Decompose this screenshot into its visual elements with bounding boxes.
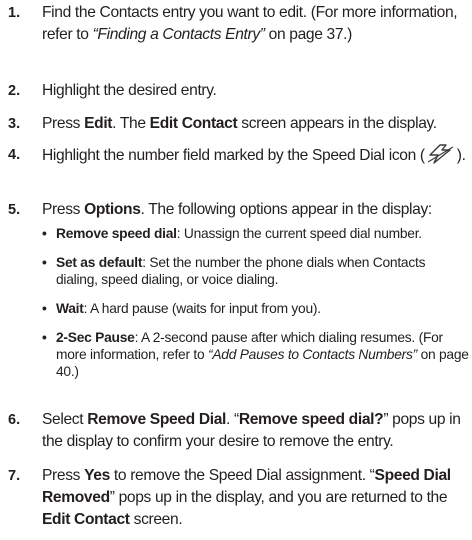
option-item: • Wait: A hard pause (waits for input fro…: [42, 301, 321, 316]
step-number: 2.: [8, 83, 21, 99]
option-item: • Remove speed dial: Unassign the current…: [42, 226, 422, 241]
step-1: 1. Find the Contacts entry you want to e…: [0, 2, 467, 46]
cross-reference-link[interactable]: “Add Pauses to Contacts Numbers”: [208, 347, 417, 362]
step-2: 2. Highlight the desired entry.: [0, 80, 467, 102]
step-text: Highlight the number field marked by the…: [42, 144, 467, 171]
step-text: Press Options. The following options app…: [42, 201, 432, 218]
step-6: 6. Select Remove Speed Dial. “Remove spe…: [0, 409, 467, 453]
step-text: Press Yes to remove the Speed Dial assig…: [42, 467, 451, 528]
manual-page: 1. Find the Contacts entry you want to e…: [0, 0, 472, 540]
step-text: Press Edit. The Edit Contact screen appe…: [42, 115, 437, 132]
step-text: Find the Contacts entry you want to edit…: [42, 4, 458, 43]
step-text: Select Remove Speed Dial. “Remove speed …: [42, 411, 461, 450]
step-text: Highlight the desired entry.: [42, 82, 217, 99]
step-5: 5. Press Options. The following options …: [0, 199, 470, 380]
step-number: 3.: [8, 116, 21, 132]
cross-reference-link[interactable]: “Finding a Contacts Entry”: [93, 26, 265, 43]
step-number: 5.: [8, 202, 21, 218]
step-4: 4. Highlight the number field marked by …: [0, 144, 467, 171]
step-number: 6.: [8, 412, 21, 428]
step-7: 7. Press Yes to remove the Speed Dial as…: [0, 465, 467, 531]
option-item: • Set as default: Set the number the phon…: [42, 255, 426, 287]
speed-dial-icon: [426, 144, 456, 171]
step-3: 3. Press Edit. The Edit Contact screen a…: [0, 113, 467, 135]
options-list: • Remove speed dial: Unassign the current…: [0, 225, 470, 380]
step-number: 4.: [8, 147, 21, 163]
step-number: 7.: [8, 468, 21, 484]
step-number: 1.: [8, 5, 21, 21]
option-item: • 2-Sec Pause: A 2-second pause after whi…: [42, 330, 469, 379]
